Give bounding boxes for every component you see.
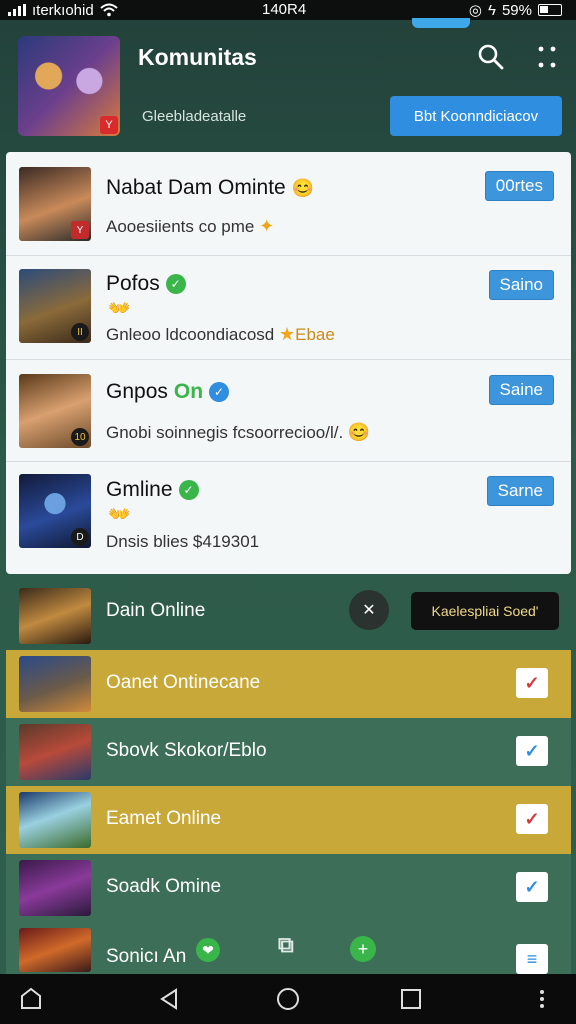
list-item[interactable]: Y Nabat Dam Ominte 😊 Aooesiients co pme … bbox=[6, 152, 571, 256]
list-item-action-button[interactable]: 00rtes bbox=[484, 171, 554, 201]
hands-emoji-icon: 👐 bbox=[108, 298, 131, 318]
alarm-icon: ◎ bbox=[468, 2, 483, 19]
list-item-title: Nabat Dam Ominte 😊 bbox=[106, 176, 315, 199]
avatar: Y bbox=[19, 167, 91, 241]
checkbox[interactable]: ✓ bbox=[516, 668, 548, 698]
smiley-emoji-icon: 😊 bbox=[291, 177, 315, 198]
list-item-title: Gnpos On ✓ bbox=[106, 380, 230, 404]
list-item-title: Sbovk Skokor/Eblo bbox=[106, 740, 267, 761]
avatar-badge: D bbox=[71, 528, 89, 546]
checkbox[interactable]: ✓ bbox=[516, 736, 548, 766]
list-item-action-button[interactable]: Saino bbox=[488, 270, 554, 300]
list-item[interactable]: D Gmline ✓ 👐 Dnsis blies $419301 Sarne bbox=[6, 462, 571, 574]
list-item[interactable]: Eamet Online ✓ bbox=[6, 786, 571, 854]
list-item[interactable]: Dain Online ✕ Kaelespliai Soed' bbox=[6, 582, 571, 650]
bookmark-icon[interactable]: ⧉ bbox=[278, 932, 294, 958]
signal-icon bbox=[8, 4, 26, 16]
battery-percent: 59% bbox=[501, 1, 532, 19]
list-item-title: Sonicı An bbox=[106, 946, 187, 967]
list-item[interactable]: II Pofos ✓ 👐 Gnleoo ldcoondiacosd ★Ebae … bbox=[6, 256, 571, 360]
hands-emoji-icon: 👐 bbox=[108, 504, 131, 524]
battery-icon bbox=[538, 4, 562, 16]
checkbox[interactable]: ✓ bbox=[516, 872, 548, 902]
add-icon[interactable]: + bbox=[350, 936, 376, 962]
avatar bbox=[19, 792, 91, 848]
avatar bbox=[19, 724, 91, 780]
page-title: Komunitas bbox=[138, 44, 257, 70]
recent-apps-icon[interactable] bbox=[18, 986, 44, 1012]
list-item[interactable]: 10 Gnpos On ✓ Gnobi soinnegis fcsoorreci… bbox=[6, 360, 571, 462]
list-item-title: Eamet Online bbox=[106, 808, 222, 829]
avatar bbox=[19, 860, 91, 916]
overview-icon[interactable] bbox=[398, 986, 424, 1012]
star-icon: ★ bbox=[278, 324, 296, 344]
notification-pill bbox=[412, 18, 470, 28]
charging-icon: ϟ bbox=[488, 1, 496, 19]
avatar: 10 bbox=[19, 374, 91, 448]
clock: 140R4 bbox=[262, 1, 307, 18]
avatar bbox=[19, 928, 91, 972]
search-icon[interactable] bbox=[476, 42, 506, 72]
wifi-icon bbox=[100, 3, 118, 17]
list-item[interactable]: Sbovk Skokor/Eblo ✓ bbox=[6, 718, 571, 786]
avatar-badge: 10 bbox=[71, 428, 89, 446]
system-navigation-bar bbox=[0, 974, 576, 1024]
list-item-action-button[interactable]: Saine bbox=[488, 375, 554, 405]
checkbox[interactable]: ✓ bbox=[516, 804, 548, 834]
verified-icon: ✓ bbox=[178, 480, 199, 500]
list-item-subtitle: Aooesiients co pme ✦ bbox=[106, 216, 275, 236]
back-icon[interactable] bbox=[156, 986, 182, 1012]
list-item-title: Pofos ✓ bbox=[106, 272, 186, 296]
avatar-badge: Y bbox=[71, 221, 89, 239]
list-item-title: Soadk Omine bbox=[106, 876, 222, 897]
close-icon[interactable]: ✕ bbox=[349, 590, 389, 630]
list-item-subtitle: Gnobi soinnegis fcsoorrecioo/l/. 😊 bbox=[106, 422, 371, 442]
list-item-title: Gmline ✓ bbox=[106, 478, 199, 502]
community-subtitle: Gleebladeatalle bbox=[142, 108, 247, 125]
more-vertical-icon[interactable] bbox=[534, 986, 550, 1012]
list-item-title: Dain Online bbox=[106, 600, 206, 621]
heart-icon: ❤ bbox=[196, 938, 220, 962]
avatar bbox=[19, 656, 91, 712]
sparkle-icon: ✦ bbox=[259, 216, 275, 236]
carrier-label: ıtеrkıohid bbox=[32, 1, 94, 19]
cover-badge: Y bbox=[100, 116, 118, 134]
list-item-subtitle: Dnsis blies $419301 bbox=[106, 532, 260, 551]
community-cover-image[interactable]: Y bbox=[18, 36, 120, 136]
avatar: D bbox=[19, 474, 91, 548]
list-item[interactable]: Sonicı An ❤ ⧉ + ≡ bbox=[6, 922, 571, 974]
community-header: Y Komunitas Gleebladeatalle Bbt Koonndic… bbox=[0, 28, 576, 148]
list-item-subtitle: Gnleoo ldcoondiacosd ★Ebae bbox=[106, 324, 335, 344]
avatar bbox=[19, 588, 91, 644]
verified-icon: ✓ bbox=[209, 382, 230, 402]
join-community-button[interactable]: Bbt Koonndiciacov bbox=[390, 96, 562, 136]
list-item[interactable]: Oanet Ontinecane ✓ bbox=[6, 650, 571, 718]
avatar: II bbox=[19, 269, 91, 343]
menu-icon[interactable]: ≡ bbox=[516, 944, 548, 974]
list-item[interactable]: Soadk Omine ✓ bbox=[6, 854, 571, 922]
avatar-badge: II bbox=[71, 323, 89, 341]
tooltip: Kaelespliai Soed' bbox=[411, 592, 559, 630]
smiley-emoji-icon: 😊 bbox=[347, 422, 371, 442]
community-card-list: Y Nabat Dam Ominte 😊 Aooesiients co pme … bbox=[6, 152, 571, 574]
status-bar: ıtеrkıohid 140R4 ◎ ϟ 59% bbox=[0, 0, 576, 20]
home-icon[interactable] bbox=[275, 986, 301, 1012]
verified-icon: ✓ bbox=[165, 274, 186, 294]
more-options-icon[interactable] bbox=[536, 44, 558, 70]
list-item-title: Oanet Ontinecane bbox=[106, 672, 261, 693]
list-item-action-button[interactable]: Sarne bbox=[486, 476, 554, 506]
